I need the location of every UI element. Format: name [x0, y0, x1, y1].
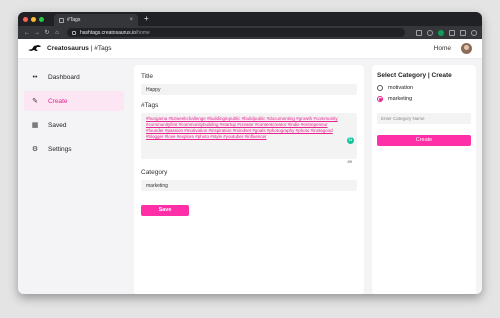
title-input[interactable]: Happy	[141, 84, 357, 95]
sidebar-item-dashboard[interactable]: •• Dashboard	[24, 67, 124, 87]
reload-icon[interactable]: ↻	[43, 29, 51, 36]
browser-window: #Tags × + ← → ↻ ⌂ hashtags.creatosaurus.…	[18, 12, 482, 294]
close-tab-icon[interactable]: ×	[129, 17, 133, 23]
tab-title: #Tags	[67, 17, 81, 23]
category-option-label: marketing	[388, 96, 413, 102]
tags-label: #Tags	[141, 102, 159, 109]
char-count: 89	[347, 159, 352, 164]
brand-name: Creatosaurus	[47, 45, 89, 52]
bookmark-star-icon[interactable]	[427, 29, 433, 36]
url-domain: hashtags.creatosaurus.io	[80, 29, 136, 36]
back-icon[interactable]: ←	[23, 30, 31, 36]
home-link[interactable]: Home	[434, 45, 451, 52]
brand-suffix: | #Tags	[88, 45, 112, 52]
radio-unchecked-icon[interactable]	[377, 85, 383, 91]
sidebar-item-settings[interactable]: ⚙ Settings	[24, 139, 124, 159]
sidebar-item-create[interactable]: ✎ Create	[24, 91, 124, 111]
category-label: Category	[141, 169, 168, 176]
close-window-button[interactable]	[23, 16, 28, 22]
title-label: Title	[141, 73, 154, 80]
create-button[interactable]: Create	[377, 134, 471, 146]
forward-icon[interactable]: →	[33, 30, 41, 36]
favicon-icon	[59, 17, 64, 23]
browser-toolbar: ← → ↻ ⌂ hashtags.creatosaurus.io/home	[18, 26, 482, 39]
settings-icon: ⚙	[31, 146, 39, 153]
main-area: •• Dashboard ✎ Create ▦ Saved ⚙ Settings…	[18, 59, 482, 294]
category-panel-title: Select Category | Create	[377, 72, 452, 79]
menu-icon[interactable]	[471, 29, 477, 36]
url-path: /home	[135, 29, 150, 36]
category-name-input[interactable]	[377, 113, 471, 124]
category-option-marketing[interactable]: marketing	[377, 96, 471, 102]
minimize-window-button[interactable]	[31, 16, 36, 22]
sidebar-item-label: Dashboard	[48, 73, 80, 81]
sidebar-item-saved[interactable]: ▦ Saved	[24, 115, 124, 135]
dashboard-icon: ••	[32, 73, 38, 81]
tags-textarea[interactable]: #hungama #52weekchallenge #buildinginpub…	[141, 113, 357, 164]
saved-icon: ▦	[31, 122, 39, 129]
save-button[interactable]: Save	[141, 204, 189, 216]
share-icon[interactable]	[416, 29, 422, 36]
grammarly-icon[interactable]: G	[347, 137, 354, 144]
new-tab-button[interactable]: +	[144, 14, 149, 24]
create-icon: ✎	[32, 98, 38, 105]
sidebar: •• Dashboard ✎ Create ▦ Saved ⚙ Settings	[18, 59, 128, 294]
address-bar[interactable]: hashtags.creatosaurus.io/home	[67, 28, 405, 37]
dinosaur-logo-icon	[28, 45, 42, 52]
radio-checked-icon[interactable]	[377, 96, 383, 102]
sidebar-item-label: Saved	[48, 121, 67, 129]
extension-icon[interactable]	[438, 29, 444, 36]
lock-icon	[72, 30, 76, 35]
puzzle-icon[interactable]	[449, 29, 455, 36]
app-header: Creatosaurus | #Tags Home	[18, 39, 482, 59]
browser-tabbar: #Tags × +	[18, 12, 482, 26]
category-panel: Select Category | Create motivation mark…	[372, 65, 476, 294]
category-option-motivation[interactable]: motivation	[377, 85, 471, 91]
sidepanel-icon[interactable]	[460, 29, 466, 36]
maximize-window-button[interactable]	[39, 16, 44, 22]
sidebar-item-label: Settings	[48, 145, 72, 153]
tags-text: #hungama #52weekchallenge #buildinginpub…	[146, 116, 338, 139]
editor-panel: Title Happy #Tags #hungama #52weekchalle…	[134, 65, 364, 294]
sidebar-item-label: Create	[48, 97, 68, 105]
category-option-label: motivation	[388, 85, 414, 91]
avatar[interactable]	[461, 43, 472, 54]
home-icon[interactable]: ⌂	[53, 30, 61, 36]
browser-tab[interactable]: #Tags ×	[54, 14, 138, 26]
category-input[interactable]: marketing	[141, 180, 357, 191]
